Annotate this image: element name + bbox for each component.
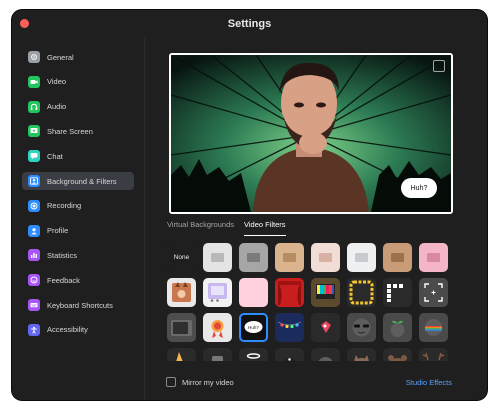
filter-tile-award-ribbon[interactable] <box>203 313 232 342</box>
video-preview: Huh? <box>169 53 453 214</box>
sidebar-item-recording[interactable]: Recording <box>22 197 134 215</box>
sidebar-item-chat[interactable]: Chat <box>22 147 134 165</box>
gear-icon <box>28 51 40 63</box>
filter-tile-frame-brown[interactable] <box>383 243 412 272</box>
record-icon <box>28 199 40 212</box>
filter-tile-frame-white[interactable] <box>347 243 376 272</box>
expand-preview-icon[interactable] <box>433 60 445 72</box>
close-window-button[interactable] <box>20 19 29 28</box>
mirror-video-checkbox[interactable] <box>166 377 176 387</box>
chat-bubble-icon <box>28 150 40 163</box>
sidebar-item-label: Video <box>47 77 67 87</box>
filter-tile-bubbles-frame[interactable] <box>347 278 376 307</box>
profile-icon <box>28 224 40 237</box>
sidebar-item-label: General <box>47 52 74 62</box>
filter-tile-none[interactable]: None <box>167 243 196 272</box>
filter-tile-frame-light-gray[interactable] <box>203 243 232 272</box>
headphones-icon <box>28 100 40 113</box>
none-filter-label: None <box>173 254 190 261</box>
filter-tile-bear-ears[interactable] <box>383 348 412 361</box>
sidebar-item-label: Recording <box>47 201 82 211</box>
studio-effects-link[interactable]: Studio Effects <box>406 378 452 387</box>
settings-sidebar: General Video Audio Share Screen Chat Backgro… <box>12 38 145 400</box>
share-screen-icon <box>28 125 40 138</box>
filter-tile-party-hat[interactable] <box>167 348 196 361</box>
video-filter-grid: None Huh? <box>167 243 453 361</box>
sidebar-item-profile[interactable]: Profile <box>22 222 134 240</box>
sidebar-item-label: Share Screen <box>47 126 93 136</box>
filter-tile-cat-face[interactable] <box>347 348 376 361</box>
filter-tabs: Virtual Backgrounds Video Filters <box>167 220 296 236</box>
sidebar-item-background-filters[interactable]: Background & Filters <box>22 172 134 190</box>
filter-tile-halo[interactable] <box>239 348 268 361</box>
mirror-video-label: Mirror my video <box>182 377 234 387</box>
sidebar-item-audio[interactable]: Audio <box>22 98 134 116</box>
filter-tile-frame-gray[interactable] <box>239 243 268 272</box>
filter-tile-frame-pink[interactable] <box>419 243 448 272</box>
feedback-smile-icon <box>28 274 40 287</box>
filter-tile-string-lights[interactable] <box>275 313 304 342</box>
sidebar-item-feedback[interactable]: Feedback <box>22 271 134 289</box>
filter-tile-rainbow[interactable] <box>419 313 448 342</box>
filter-tile-love-frame[interactable] <box>239 278 268 307</box>
sidebar-item-accessibility[interactable]: Accessibility <box>22 321 134 339</box>
keyboard-icon <box>28 299 40 311</box>
filter-tile-cat-ears-frame[interactable] <box>167 278 196 307</box>
filter-tile-film-strip[interactable] <box>383 278 412 307</box>
background-person-icon <box>28 175 40 187</box>
sidebar-item-video[interactable]: Video <box>22 73 134 91</box>
filter-tile-speech-bubble-huh[interactable]: Huh? <box>239 313 268 342</box>
filter-tile-hearts-sticker[interactable] <box>311 313 340 342</box>
filter-tile-hat-gray[interactable] <box>203 348 232 361</box>
speech-bubble-text: Huh? <box>410 184 428 192</box>
filter-tile-old-tv[interactable] <box>167 313 196 342</box>
filter-tile-face-mask[interactable] <box>311 348 340 361</box>
filter-tile-frame-pale-pink[interactable] <box>311 243 340 272</box>
filter-tile-viewfinder[interactable] <box>419 278 448 307</box>
filter-tile-frame-tan[interactable] <box>275 243 304 272</box>
window-title: Settings <box>227 18 272 30</box>
filter-tile-sprout-head[interactable] <box>383 313 412 342</box>
sidebar-item-label: Profile <box>47 226 69 236</box>
tab-virtual-backgrounds[interactable]: Virtual Backgrounds <box>167 220 234 236</box>
sidebar-item-label: Chat <box>47 151 63 161</box>
filter-tile-retro-tv-frame[interactable] <box>203 278 232 307</box>
filter-tile-antlers[interactable] <box>419 348 448 361</box>
sidebar-item-label: Background & Filters <box>47 176 117 186</box>
filter-tile-sunglasses[interactable] <box>347 313 376 342</box>
footer-bar: Mirror my video Studio Effects <box>166 374 466 390</box>
sidebar-item-share-screen[interactable]: Share Screen <box>22 122 134 140</box>
filter-tile-pirate[interactable] <box>275 348 304 361</box>
statistics-bars-icon <box>28 249 40 262</box>
sidebar-item-label: Audio <box>47 102 67 112</box>
title-bar: Settings <box>12 10 487 38</box>
video-camera-icon <box>28 75 40 88</box>
sidebar-item-label: Keyboard Shortcuts <box>47 300 113 310</box>
sidebar-item-keyboard-shortcuts[interactable]: Keyboard Shortcuts <box>22 296 134 314</box>
speech-bubble: Huh? <box>401 178 437 198</box>
background-filters-panel: Huh? Virtual Backgrounds Video Filters N… <box>144 38 487 400</box>
filter-tile-tv-test-pattern[interactable] <box>311 278 340 307</box>
accessibility-icon <box>28 323 40 336</box>
sidebar-item-general[interactable]: General <box>22 48 134 66</box>
sidebar-item-statistics[interactable]: Statistics <box>22 246 134 264</box>
huh-filter-label: Huh? <box>248 325 259 330</box>
sidebar-item-label: Statistics <box>47 250 78 260</box>
tab-video-filters[interactable]: Video Filters <box>243 220 286 236</box>
sidebar-item-label: Accessibility <box>47 325 88 335</box>
sidebar-item-label: Feedback <box>47 275 80 285</box>
filter-tile-theater-curtain[interactable] <box>275 278 304 307</box>
settings-window: Settings General Video Audio Share Screen Ch… <box>12 10 487 400</box>
